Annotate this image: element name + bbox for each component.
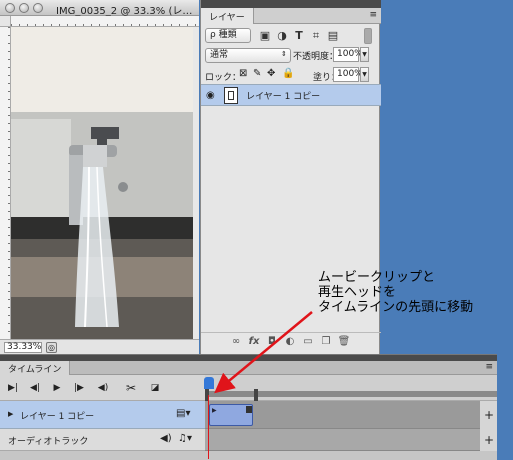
audio-icon[interactable]: ◀) [96, 381, 110, 395]
tab-layers[interactable]: レイヤー [201, 8, 254, 24]
tab-timeline[interactable]: タイムライン [0, 361, 71, 375]
speaker-icon[interactable]: ◀) [160, 433, 172, 444]
play-icon[interactable]: ▶ [50, 381, 64, 395]
layer-row[interactable]: ◉ レイヤー 1 コピー [201, 84, 381, 106]
audio-track-header[interactable]: オーディオトラック ◀) ♫▾ [0, 429, 205, 451]
previous-frame-icon[interactable]: ◀| [28, 381, 42, 395]
document-title: IMG_0035_2 @ 33.3% (レ… [56, 6, 193, 17]
vertical-ruler[interactable] [0, 27, 11, 339]
close-window-icon[interactable] [5, 3, 15, 13]
document-status-bar: 33.33% ◎ [0, 339, 199, 354]
next-frame-icon[interactable]: |▶ [72, 381, 86, 395]
lock-pixels-icon[interactable]: ✎ [253, 68, 261, 79]
track-name: レイヤー 1 コピー [20, 412, 95, 422]
panel-menu-icon[interactable]: ≡ [485, 362, 493, 372]
opacity-label: 不透明度： [293, 52, 339, 62]
annotation-line: ムービークリップと [318, 270, 436, 285]
fill-dropdown-icon[interactable]: ▼ [360, 67, 369, 82]
add-audio-button[interactable]: + [482, 433, 496, 447]
expand-triangle-icon[interactable]: ▶ [8, 410, 13, 418]
lock-all-icon[interactable]: 🔒 [282, 68, 294, 79]
annotation-line: タイムラインの先頭に移動 [318, 300, 474, 315]
shape-filter-icon[interactable]: ⌗ [308, 28, 324, 44]
panel-grip[interactable] [201, 0, 381, 8]
video-track-header[interactable]: ▶ レイヤー 1 コピー ▤▾ [0, 401, 205, 429]
horizontal-ruler[interactable] [11, 16, 199, 27]
minimize-window-icon[interactable] [19, 3, 29, 13]
smart-object-filter-icon[interactable]: ▤ [325, 28, 341, 44]
panel-menu-icon[interactable]: ≡ [369, 10, 377, 20]
scissors-icon[interactable]: ✂ [124, 381, 138, 395]
work-area-bar[interactable] [205, 391, 497, 397]
video-layer-thumbnail[interactable] [224, 87, 238, 104]
video-clip[interactable]: ▶ [209, 404, 253, 426]
go-to-first-frame-icon[interactable]: ▶| [6, 381, 20, 395]
adjustment-layer-icon[interactable]: ◐ [283, 335, 297, 349]
transition-icon[interactable]: ◪ [148, 381, 162, 395]
new-group-icon[interactable]: ▭ [301, 335, 315, 349]
layers-footer: ∞ fx ◘ ◐ ▭ ❐ 🗑 [201, 332, 381, 350]
clip-end-handle[interactable] [246, 406, 252, 413]
opacity-dropdown-icon[interactable]: ▼ [360, 47, 369, 62]
timeline-panel: タイムライン ≡ ▶| ◀| ▶ |▶ ◀) ✂ ◪ ▶ レイヤー 1 コピー … [0, 354, 497, 460]
filter-toggle-switch[interactable] [364, 28, 372, 44]
opacity-input[interactable]: 100% [333, 47, 363, 62]
track-name: オーディオトラック [8, 437, 89, 447]
document-titlebar: IMG_0035_2 @ 33.3% (レ… [0, 0, 199, 17]
zoom-level-field[interactable]: 33.33% [4, 342, 42, 353]
film-icon [228, 91, 234, 100]
lock-position-icon[interactable]: ✥ [267, 68, 275, 79]
music-note-icon[interactable]: ♫▾ [178, 433, 192, 444]
timeline-ruler[interactable] [204, 375, 497, 401]
add-media-column: + + [480, 401, 497, 451]
layers-tabbar: レイヤー ≡ [201, 8, 381, 24]
audio-track-lane[interactable] [205, 429, 480, 451]
clip-start-marker-icon: ▶ [212, 407, 217, 414]
document-window: IMG_0035_2 @ 33.3% (レ… 33.33% ◎ [0, 0, 199, 354]
layer-name[interactable]: レイヤー 1 コピー [246, 89, 320, 102]
document-info-icon[interactable]: ◎ [46, 342, 57, 353]
fx-icon[interactable]: fx [247, 335, 261, 349]
layer-filter-select[interactable]: ρ 種類 [205, 28, 251, 43]
add-media-button[interactable]: + [482, 408, 496, 422]
timeline-tabbar: タイムライン ≡ [0, 361, 497, 375]
image-filter-icon[interactable]: ▣ [257, 28, 273, 44]
eye-icon[interactable]: ◉ [206, 89, 220, 103]
annotation-line: 再生ヘッドを [318, 285, 397, 300]
type-filter-icon[interactable]: T [291, 28, 307, 44]
playhead-line[interactable] [208, 395, 209, 459]
new-layer-icon[interactable]: ❐ [319, 335, 333, 349]
trash-icon[interactable]: 🗑 [337, 335, 351, 349]
timeline-toolbar: ▶| ◀| ▶ |▶ ◀) ✂ ◪ [0, 375, 205, 401]
lock-label: ロック： [205, 73, 242, 83]
zoom-window-icon[interactable] [33, 3, 43, 13]
faucet-photo [11, 27, 193, 339]
vertical-scrollbar[interactable] [193, 27, 199, 339]
link-layers-icon[interactable]: ∞ [229, 335, 243, 349]
annotation-text: ムービークリップと 再生ヘッドを タイムラインの先頭に移動 [318, 270, 473, 315]
film-strip-icon[interactable]: ▤▾ [176, 408, 190, 419]
chevron-updown-icon: ⇕ [281, 50, 287, 58]
fill-input[interactable]: 100% [333, 67, 363, 82]
blend-mode-select[interactable]: 通常 [205, 48, 291, 63]
playhead-handle[interactable] [204, 377, 214, 389]
video-track-lane[interactable]: ▶ [205, 401, 480, 429]
add-mask-icon[interactable]: ◘ [265, 335, 279, 349]
ruler-origin[interactable] [0, 16, 11, 27]
lock-transparent-icon[interactable]: ⊠ [239, 68, 247, 79]
adjustment-filter-icon[interactable]: ◑ [274, 28, 290, 44]
work-area-end-handle[interactable] [254, 389, 258, 401]
image-canvas[interactable] [11, 27, 193, 339]
